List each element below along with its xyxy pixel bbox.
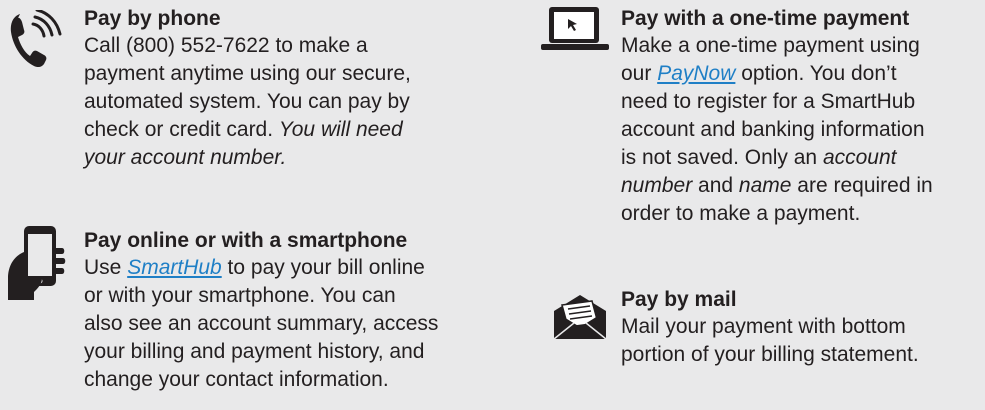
text-line: your account number.	[84, 146, 287, 169]
pay-online-section: Pay online or with a smartphone Use Smar…	[84, 228, 464, 394]
pay-by-phone-section: Pay by phone Call (800) 552-7622 to make…	[84, 6, 464, 172]
envelope-icon	[552, 293, 608, 346]
pay-by-phone-description: Call (800) 552-7622 to make a payment an…	[84, 32, 464, 172]
text-span: option. You don’t	[735, 62, 897, 85]
text-span-italic: You will need	[278, 118, 403, 141]
text-line: check or credit card. You will need	[84, 116, 464, 144]
smartphone-hand-icon	[0, 222, 72, 307]
text-line: portion of your billing statement.	[621, 343, 919, 366]
pay-by-mail-section: Pay by mail Mail your payment with botto…	[621, 287, 985, 369]
text-line: number and name are required in	[621, 172, 985, 200]
text-span: to pay your bill online	[221, 256, 425, 279]
text-span: check or credit card.	[84, 118, 279, 141]
text-span: our	[621, 62, 658, 85]
text-line: account and banking information	[621, 118, 925, 141]
text-span-italic: account	[822, 146, 897, 169]
text-span: and	[692, 174, 739, 197]
text-line: change your contact information.	[84, 368, 389, 391]
text-span: are required in	[791, 174, 933, 197]
pay-online-description: Use SmartHub to pay your bill online or …	[84, 254, 464, 394]
text-line: Mail your payment with bottom	[621, 315, 906, 338]
text-line: Use SmartHub to pay your bill online	[84, 254, 464, 282]
one-time-payment-description: Make a one-time payment using our PayNow…	[621, 32, 985, 228]
smarthub-link[interactable]: SmartHub	[127, 256, 222, 279]
text-span: Use	[84, 256, 128, 279]
one-time-payment-title: Pay with a one-time payment	[621, 7, 910, 30]
pay-by-phone-title: Pay by phone	[84, 7, 221, 30]
text-line: your billing and payment history, and	[84, 340, 425, 363]
text-line: automated system. You can pay by	[84, 90, 410, 113]
pay-by-mail-description: Mail your payment with bottom portion of…	[621, 313, 985, 369]
pay-by-mail-title: Pay by mail	[621, 288, 737, 311]
phone-ringing-icon	[6, 8, 66, 75]
text-line: Make a one-time payment using	[621, 34, 920, 57]
text-line: payment anytime using our secure,	[84, 62, 411, 85]
text-line: also see an account summary, access	[84, 312, 439, 335]
pay-online-title: Pay online or with a smartphone	[84, 229, 408, 252]
text-line: is not saved. Only an account	[621, 144, 985, 172]
text-span: is not saved. Only an	[621, 146, 823, 169]
text-line: our PayNow option. You don’t	[621, 60, 985, 88]
text-line: or with your smartphone. You can	[84, 284, 396, 307]
text-line: Call (800) 552-7622 to make a	[84, 34, 368, 57]
text-span-italic: name	[738, 174, 792, 197]
text-line: order to make a payment.	[621, 202, 861, 225]
one-time-payment-section: Pay with a one-time payment Make a one-t…	[621, 6, 985, 228]
laptop-cursor-icon	[541, 5, 611, 58]
text-line: need to register for a SmartHub	[621, 90, 916, 113]
paynow-link[interactable]: PayNow	[657, 62, 735, 85]
text-span-italic: number	[621, 174, 693, 197]
